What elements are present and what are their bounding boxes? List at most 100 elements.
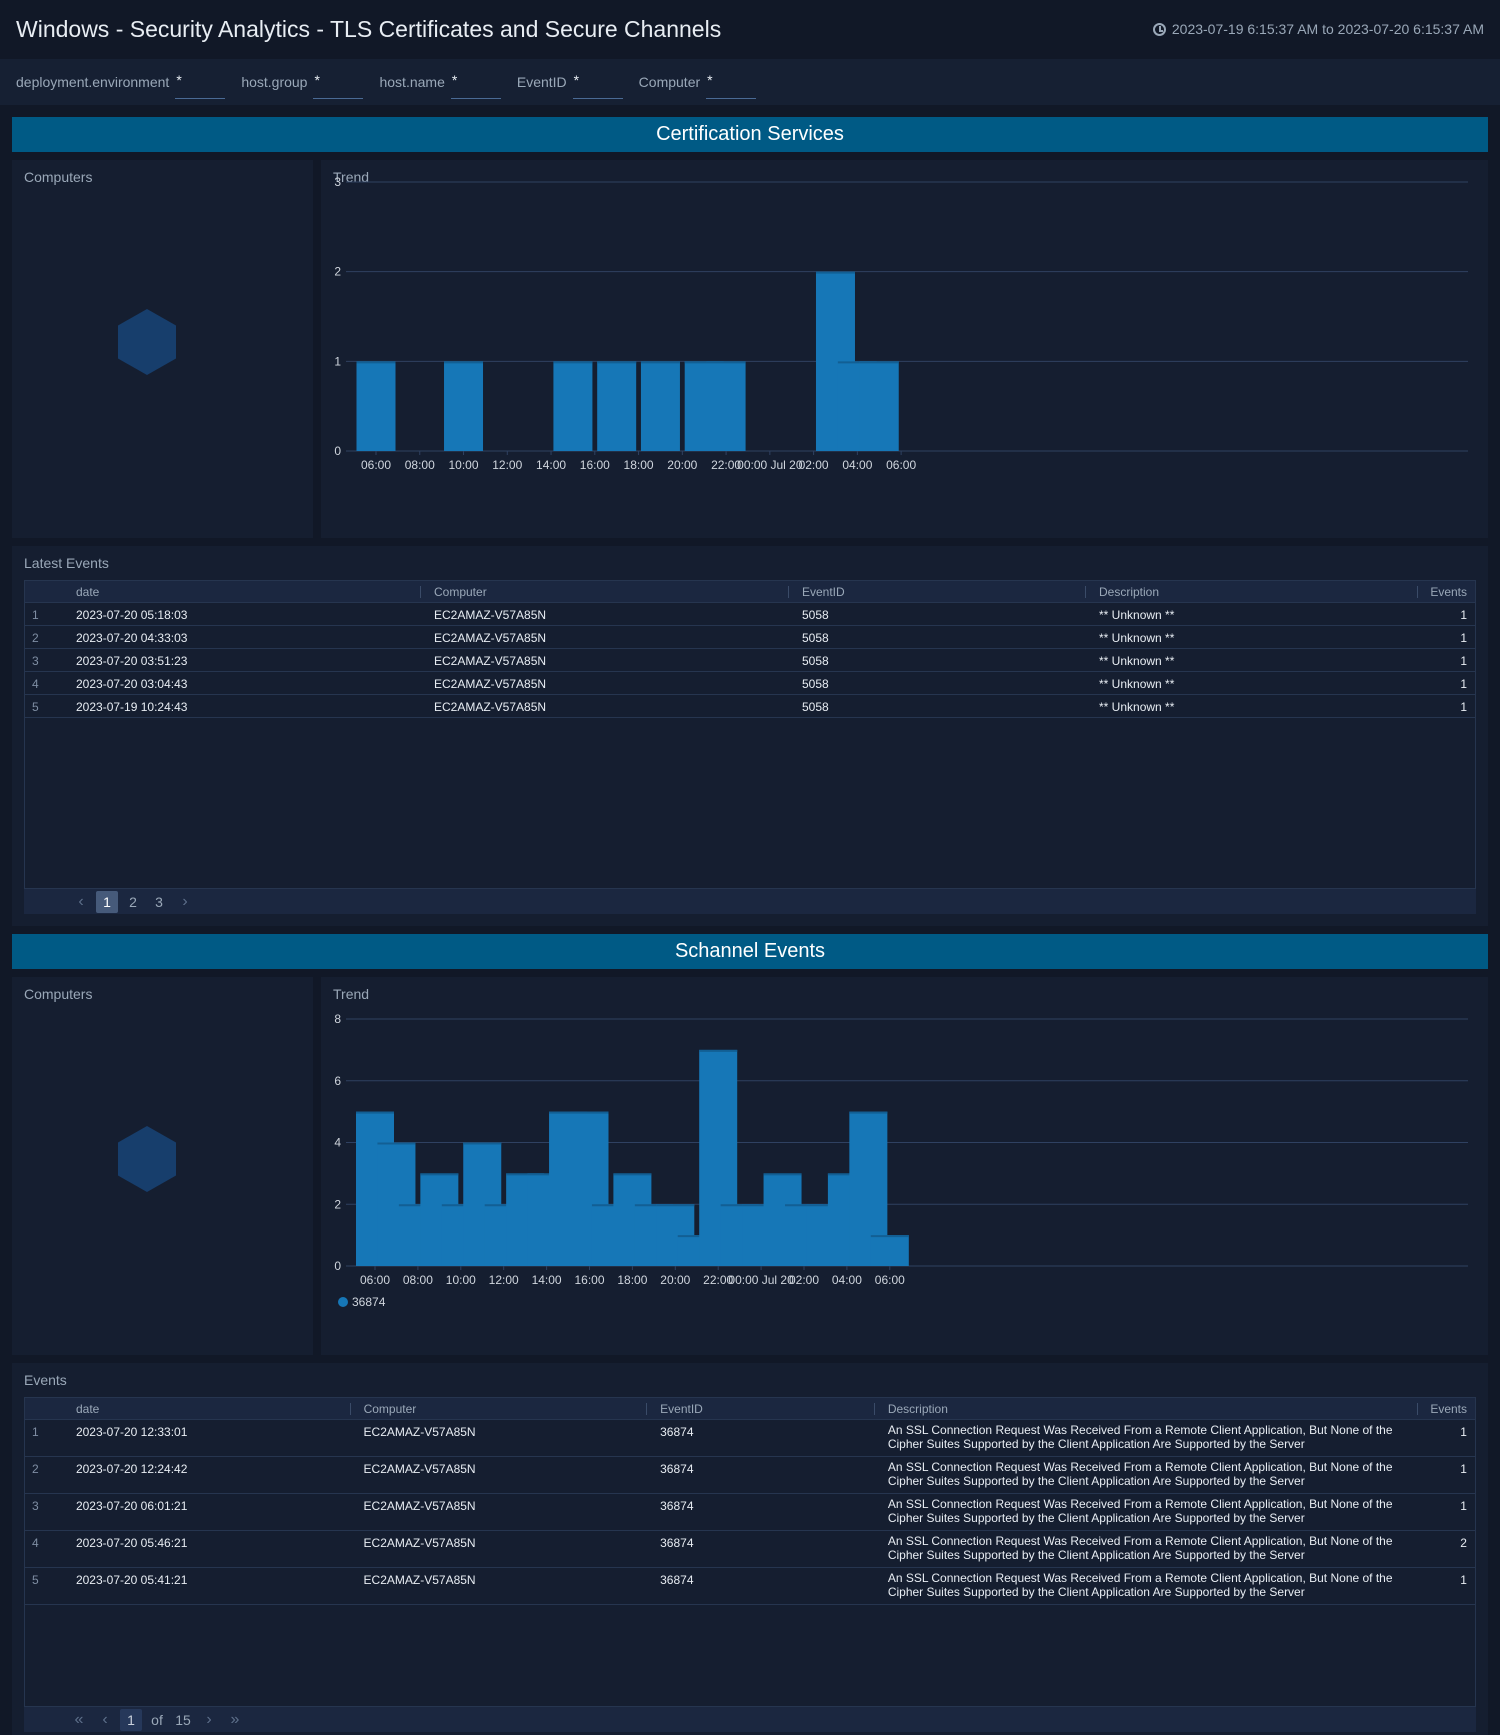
bar[interactable]: [444, 361, 484, 451]
filter-value-input[interactable]: *: [572, 72, 623, 99]
bar[interactable]: [597, 361, 637, 451]
cell-description: An SSL Connection Request Was Received F…: [887, 1497, 1393, 1525]
cell-computer: EC2AMAZ-V57A85N: [434, 631, 547, 645]
cell-events: 1: [1460, 677, 1467, 691]
computer-hexagon[interactable]: [118, 1126, 176, 1192]
row-index: 2: [32, 631, 39, 645]
cell-computer: EC2AMAZ-V57A85N: [363, 1573, 476, 1587]
table-row[interactable]: 1 2023-07-20 12:33:01 EC2AMAZ-V57A85N 36874…: [25, 1420, 1475, 1457]
filter-host-name[interactable]: host.name *: [379, 65, 501, 99]
bar[interactable]: [870, 1235, 909, 1266]
x-tick-label: 06:00: [360, 1273, 390, 1287]
cell-date: 2023-07-20 05:46:21: [75, 1536, 188, 1550]
cell-events: 1: [1460, 608, 1467, 622]
bar[interactable]: [706, 361, 746, 451]
cell-eventid: 5058: [802, 654, 829, 668]
cell-events: 1: [1460, 700, 1467, 714]
table-row[interactable]: 4 2023-07-20 05:46:21 EC2AMAZ-V57A85N 36874…: [25, 1531, 1475, 1568]
computers-panel: Computers: [12, 160, 313, 538]
column-header-description[interactable]: Description: [1085, 581, 1417, 603]
x-tick-label: 20:00: [660, 1273, 690, 1287]
clock-icon: [1152, 22, 1166, 36]
x-tick-label: 04:00: [832, 1273, 862, 1287]
panel-title: Computers: [24, 986, 93, 1002]
filter-deployment-environment[interactable]: deployment.environment *: [16, 65, 226, 99]
x-tick-label: 06:00: [886, 458, 916, 472]
chevron-left-icon[interactable]: ‹: [70, 891, 92, 913]
cell-computer: EC2AMAZ-V57A85N: [434, 677, 547, 691]
trend-panel: Trend 0 1 2 3 06:00 08:00 10:00 12:00 14:00 16:00…: [321, 160, 1488, 538]
row-index: 5: [32, 700, 39, 714]
column-header-description[interactable]: Description: [873, 1398, 1417, 1420]
table-row[interactable]: 3 2023-07-20 06:01:21 EC2AMAZ-V57A85N 36874…: [25, 1494, 1475, 1531]
x-tick-label: 00:00 Jul 20: [728, 1273, 794, 1287]
page-button-1[interactable]: 1: [96, 890, 118, 913]
double-chevron-left-icon[interactable]: «: [68, 1709, 90, 1731]
filter-host-group[interactable]: host.group *: [241, 65, 364, 99]
x-tick-label: 00:00 Jul 20: [737, 458, 803, 472]
table-row[interactable]: 1 2023-07-20 05:18:03 EC2AMAZ-V57A85N 5058 *…: [25, 603, 1475, 626]
cell-computer: EC2AMAZ-V57A85N: [434, 608, 547, 622]
table-row[interactable]: 2 2023-07-20 12:24:42 EC2AMAZ-V57A85N 36874…: [25, 1457, 1475, 1494]
column-header-events[interactable]: Events: [1417, 1398, 1475, 1420]
column-header-date[interactable]: date: [62, 581, 420, 603]
table-row[interactable]: 2 2023-07-20 04:33:03 EC2AMAZ-V57A85N 5058 *…: [25, 626, 1475, 649]
column-header-computer[interactable]: Computer: [420, 581, 788, 603]
cell-date: 2023-07-20 05:18:03: [76, 608, 188, 622]
column-header-events[interactable]: Events: [1417, 581, 1475, 603]
column-header-eventid[interactable]: EventID: [788, 581, 1085, 603]
chevron-right-icon[interactable]: ›: [198, 1709, 220, 1731]
legend-label[interactable]: 36874: [352, 1295, 386, 1309]
legend-swatch[interactable]: [338, 1297, 348, 1307]
chevron-left-icon[interactable]: ‹: [94, 1709, 116, 1731]
bar[interactable]: [640, 361, 680, 451]
latest-events-panel: Latest Events date Computer EventID Desc…: [12, 546, 1488, 926]
row-index: 5: [32, 1573, 39, 1587]
page-title: Windows - Security Analytics - TLS Certi…: [16, 16, 722, 42]
filter-eventid[interactable]: EventID *: [517, 65, 623, 99]
x-tick-label: 10:00: [449, 458, 479, 472]
table-row[interactable]: 5 2023-07-20 05:41:21 EC2AMAZ-V57A85N 36874…: [25, 1568, 1475, 1605]
column-header-computer[interactable]: Computer: [349, 1398, 647, 1420]
chevron-right-icon[interactable]: ›: [174, 891, 196, 913]
x-tick-label: 16:00: [580, 458, 610, 472]
cell-events: 1: [1460, 1462, 1467, 1476]
x-tick-label: 08:00: [403, 1273, 433, 1287]
double-chevron-right-icon[interactable]: »: [224, 1709, 246, 1731]
cell-description: An SSL Connection Request Was Received F…: [887, 1423, 1393, 1451]
panel-title: Computers: [24, 169, 93, 185]
bar[interactable]: [553, 361, 593, 451]
cell-events: 1: [1460, 1573, 1467, 1587]
x-tick-label: 20:00: [667, 458, 697, 472]
bar[interactable]: [356, 361, 396, 451]
filter-label: host.group: [241, 74, 308, 90]
page-button-3[interactable]: 3: [148, 891, 170, 913]
filter-value-input[interactable]: *: [706, 72, 757, 99]
filter-computer[interactable]: Computer *: [639, 65, 757, 99]
column-header-date[interactable]: date: [62, 1398, 350, 1420]
cell-events: 1: [1460, 1499, 1467, 1513]
row-index: 4: [32, 1536, 39, 1550]
pagination: ‹ 1 2 3 ›: [24, 889, 1476, 914]
filter-value-input[interactable]: *: [175, 72, 226, 99]
cell-date: 2023-07-20 03:04:43: [76, 677, 188, 691]
current-page-input[interactable]: 1: [120, 1708, 142, 1731]
y-tick-label: 4: [334, 1136, 341, 1150]
table-row[interactable]: 3 2023-07-20 03:51:23 EC2AMAZ-V57A85N 5058 *…: [25, 649, 1475, 672]
page-button-2[interactable]: 2: [122, 891, 144, 913]
y-tick-label: 2: [334, 1197, 341, 1211]
table-row[interactable]: 4 2023-07-20 03:04:43 EC2AMAZ-V57A85N 5058 *…: [25, 672, 1475, 695]
page-of-label: of: [151, 1711, 163, 1728]
computer-hexagon[interactable]: [118, 309, 176, 375]
filter-value-input[interactable]: *: [450, 72, 501, 99]
filter-value-input[interactable]: *: [313, 72, 364, 99]
column-header-eventid[interactable]: EventID: [646, 1398, 874, 1420]
latest-events-table: date Computer EventID Description Events…: [24, 580, 1476, 889]
table-row[interactable]: 5 2023-07-19 10:24:43 EC2AMAZ-V57A85N 5058 *…: [25, 695, 1475, 718]
cell-description: ** Unknown **: [1099, 700, 1175, 714]
cell-events: 1: [1460, 654, 1467, 668]
cell-description: ** Unknown **: [1099, 631, 1175, 645]
bar[interactable]: [859, 361, 899, 451]
y-tick-label: 1: [334, 354, 341, 368]
time-range-picker[interactable]: 2023-07-19 6:15:37 AM to 2023-07-20 6:15…: [1152, 21, 1484, 37]
